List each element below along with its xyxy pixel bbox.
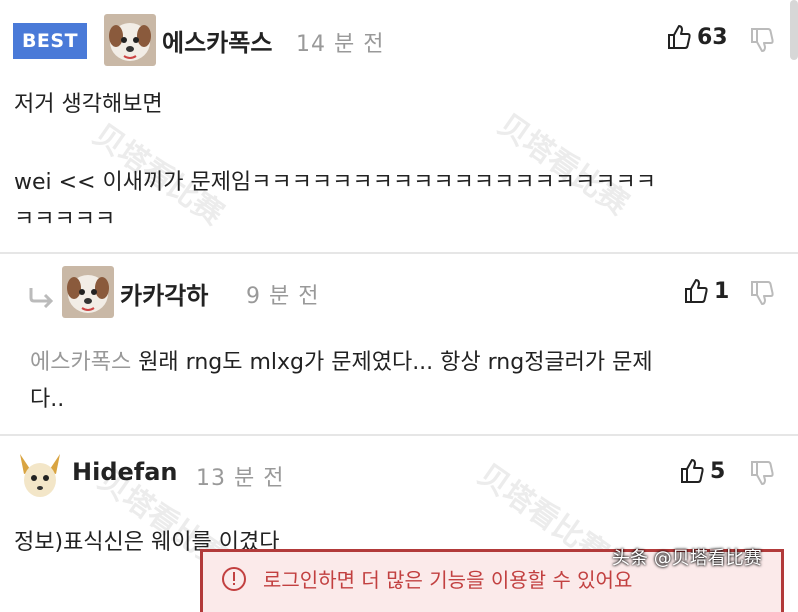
avatar-image — [14, 450, 66, 502]
like-count: 1 — [714, 278, 730, 304]
avatar-image — [62, 266, 114, 318]
thumbs-up-icon — [685, 279, 708, 303]
thumbs-up-icon — [668, 25, 691, 49]
username[interactable]: 에스카폭스 — [162, 23, 272, 58]
comment-line: 에스카폭스 원래 rng도 mlxg가 문제였다... 항상 rng정글러가 문… — [30, 344, 780, 381]
comment-reply: 카카각하 9 분 전 1 에스카폭스 원래 rng도 mlxg가 문제였다...… — [0, 254, 798, 436]
like-button[interactable]: 1 — [684, 278, 729, 304]
comment-line: 저거 생각해보면 — [14, 92, 163, 117]
alert-icon — [221, 566, 247, 596]
dislike-button[interactable] — [750, 27, 774, 53]
comment-text: 원래 rng도 mlxg가 문제였다... 항상 rng정글러가 문제 — [131, 350, 653, 375]
thumbs-down-icon — [751, 28, 774, 52]
comment-best: BEST 에스카폭스 14 분 전 63 저거 생각해보면 wei << 이새끼… — [0, 0, 798, 254]
timestamp: 14 분 전 — [296, 32, 385, 57]
source-label: 头条 @贝塔看比赛 — [612, 548, 762, 569]
like-button[interactable]: 63 — [667, 24, 728, 50]
timestamp: 13 분 전 — [196, 466, 285, 491]
dislike-button[interactable] — [750, 460, 774, 486]
comment-line: ㅋㅋㅋㅋㅋ — [14, 207, 116, 232]
reply-arrow-icon — [28, 286, 56, 312]
timestamp: 9 분 전 — [246, 284, 320, 309]
avatar[interactable] — [14, 450, 66, 502]
username[interactable]: Hidefan — [72, 458, 178, 486]
best-badge: BEST — [13, 23, 87, 59]
avatar-image — [104, 14, 156, 66]
comment-line — [14, 123, 784, 160]
like-count: 63 — [697, 24, 728, 50]
like-count: 5 — [710, 458, 726, 484]
username[interactable]: 카카각하 — [120, 276, 208, 311]
thumbs-up-icon — [681, 459, 704, 483]
scrollbar[interactable] — [790, 0, 798, 60]
comment-line: wei << 이새끼가 문제임ㅋㅋㅋㅋㅋㅋㅋㅋㅋㅋㅋㅋㅋㅋㅋㅋㅋㅋㅋㅋ — [14, 170, 656, 195]
comment-body: 에스카폭스 원래 rng도 mlxg가 문제였다... 항상 rng정글러가 문… — [30, 344, 780, 418]
dislike-button[interactable] — [750, 280, 774, 306]
popup-text: 로그인하면 더 많은 기능을 이용할 수 있어요 — [263, 568, 633, 592]
thumbs-down-icon — [751, 461, 774, 485]
avatar[interactable] — [62, 266, 114, 318]
comment-body: 저거 생각해보면 wei << 이새끼가 문제임ㅋㅋㅋㅋㅋㅋㅋㅋㅋㅋㅋㅋㅋㅋㅋㅋ… — [14, 86, 784, 238]
like-button[interactable]: 5 — [680, 458, 725, 484]
thumbs-down-icon — [751, 281, 774, 305]
comment-line: 다.. — [30, 387, 65, 412]
avatar[interactable] — [104, 14, 156, 66]
mention[interactable]: 에스카폭스 — [30, 350, 131, 375]
